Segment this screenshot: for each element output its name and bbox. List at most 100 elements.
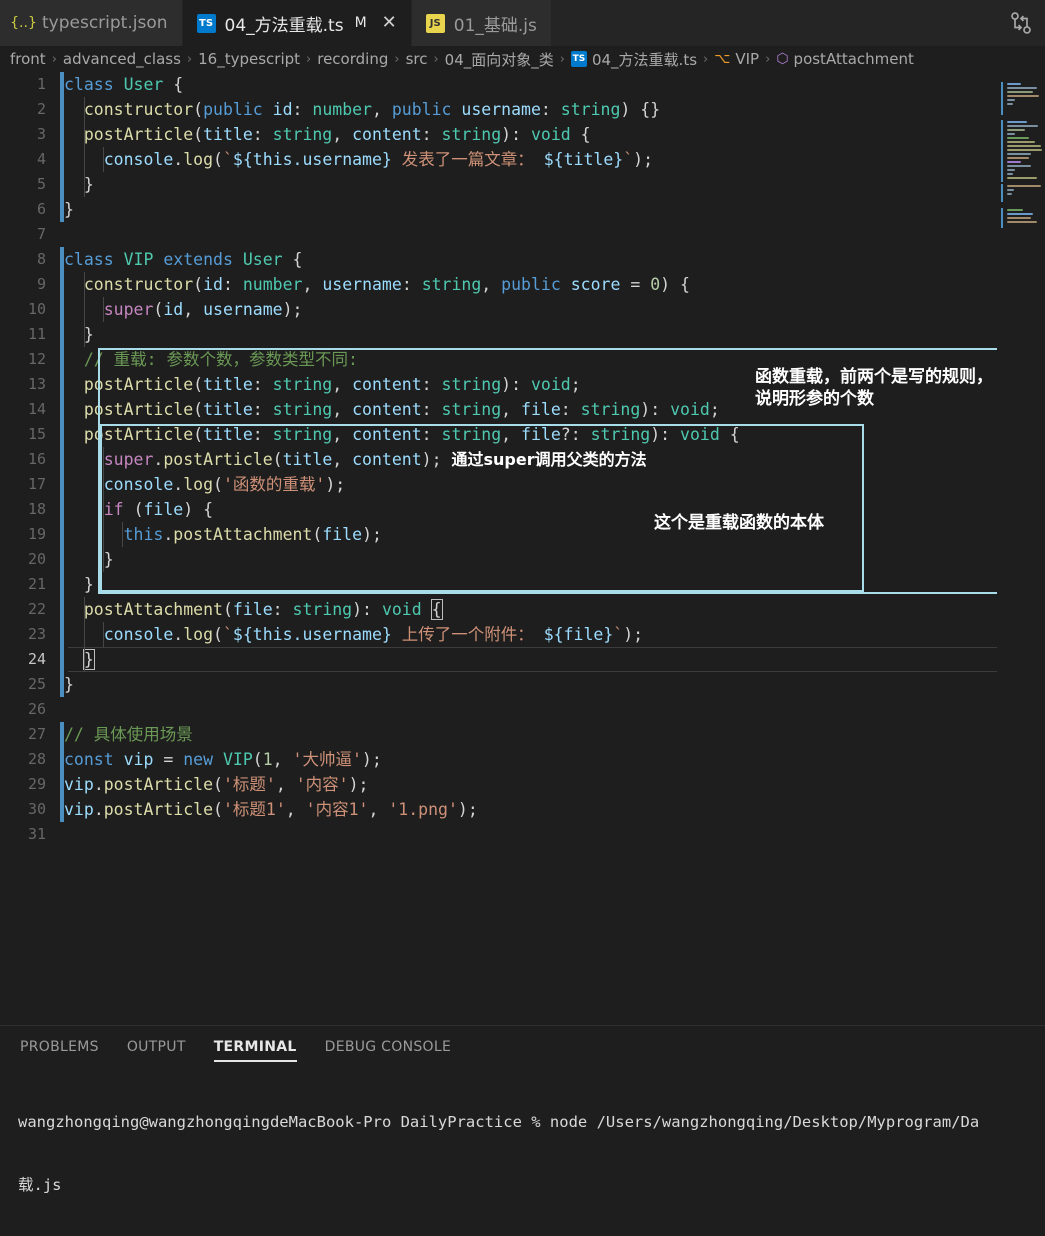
code-line[interactable]: 16 super.postArticle(title, content); 通过…: [0, 447, 1045, 472]
code-line[interactable]: 13 postArticle(title: string, content: s…: [0, 372, 1045, 397]
line-number: 8: [36, 250, 46, 268]
code-line[interactable]: 20 }: [0, 547, 1045, 572]
indent-guide: [84, 622, 85, 647]
breadcrumb-separator: ›: [186, 51, 193, 67]
code-line[interactable]: 26: [0, 697, 1045, 722]
editor-tab-bar: {..} typescript.json TS 04_方法重载.ts M ✕ J…: [0, 0, 1045, 46]
tab-problems[interactable]: PROBLEMS: [20, 1039, 99, 1062]
minimap-git-indicator: [1001, 208, 1003, 228]
tab-output[interactable]: OUTPUT: [127, 1039, 186, 1062]
line-content: class User {: [64, 75, 184, 94]
code-line[interactable]: 7: [0, 222, 1045, 247]
panel-tab-bar: PROBLEMS OUTPUT TERMINAL DEBUG CONSOLE: [0, 1026, 1045, 1062]
tab-typescript-json[interactable]: {..} typescript.json: [0, 0, 183, 46]
line-number: 4: [36, 150, 46, 168]
unsaved-indicator: M: [354, 15, 367, 31]
code-line[interactable]: 23 console.log(`${this.username} 上传了一个附件…: [0, 622, 1045, 647]
code-line[interactable]: 25 }: [0, 672, 1045, 697]
line-content: }: [103, 550, 114, 569]
line-number: 2: [36, 100, 46, 118]
code-line[interactable]: 6 }: [0, 197, 1045, 222]
breadcrumb-item-method-postattachment[interactable]: postAttachment: [794, 50, 914, 68]
code-line[interactable]: 27 // 具体使用场景: [0, 722, 1045, 747]
line-content: const vip = new VIP(1, '大帅逼');: [64, 750, 382, 769]
line-content: constructor(public id: number, public us…: [83, 100, 661, 119]
git-modified-indicator: [60, 197, 64, 222]
indent-guide: [84, 597, 85, 622]
indent-guide: [84, 172, 85, 197]
code-line[interactable]: 2 constructor(public id: number, public …: [0, 97, 1045, 122]
compare-changes-icon[interactable]: [1009, 11, 1033, 35]
code-line[interactable]: 15 postArticle(title: string, content: s…: [0, 422, 1045, 447]
line-number: 22: [27, 600, 46, 618]
code-editor[interactable]: 1 class User { 2 constructor(public id: …: [0, 72, 1045, 1025]
bottom-panel: PROBLEMS OUTPUT TERMINAL DEBUG CONSOLE w…: [0, 1025, 1045, 1236]
breadcrumb-separator: ›: [394, 51, 400, 67]
code-line[interactable]: 8 class VIP extends User {: [0, 247, 1045, 272]
indent-guide: [84, 322, 85, 347]
git-modified-indicator: [60, 447, 64, 472]
breadcrumb-item-front[interactable]: front: [10, 50, 46, 68]
code-line[interactable]: 3 postArticle(title: string, content: st…: [0, 122, 1045, 147]
line-number: 20: [27, 550, 46, 568]
code-line[interactable]: 21 }: [0, 572, 1045, 597]
line-number: 18: [27, 500, 46, 518]
line-content: super(id, username);: [103, 300, 303, 319]
breadcrumb-item-recording[interactable]: recording: [317, 50, 388, 68]
breadcrumb-item-class-vip[interactable]: VIP: [735, 50, 759, 68]
breadcrumb-item-file[interactable]: 04_方法重载.ts: [592, 49, 697, 70]
line-number: 11: [27, 325, 46, 343]
code-line[interactable]: 29 vip.postArticle('标题', '内容');: [0, 772, 1045, 797]
line-number: 23: [27, 625, 46, 643]
breadcrumb-separator: ›: [51, 51, 57, 67]
code-line-active[interactable]: 24 }: [0, 647, 1045, 672]
code-line[interactable]: 28 const vip = new VIP(1, '大帅逼');: [0, 747, 1045, 772]
git-modified-indicator: [60, 547, 64, 572]
code-line[interactable]: 12 // 重载: 参数个数，参数类型不同:: [0, 347, 1045, 372]
line-content: postArticle(title: string, content: stri…: [83, 425, 740, 444]
terminal-output[interactable]: wangzhongqing@wangzhongqingdeMacBook-Pro…: [0, 1062, 1045, 1236]
breadcrumb-item-oop-class[interactable]: 04_面向对象_类: [445, 49, 554, 70]
breadcrumb-item-src[interactable]: src: [406, 50, 428, 68]
code-line[interactable]: 9 constructor(id: number, username: stri…: [0, 272, 1045, 297]
minimap[interactable]: [997, 72, 1045, 1025]
line-number: 3: [36, 125, 46, 143]
code-line[interactable]: 18 if (file) {: [0, 497, 1045, 522]
code-line[interactable]: 4 console.log(`${this.username} 发表了一篇文章：…: [0, 147, 1045, 172]
line-content: console.log('函数的重载');: [103, 475, 346, 494]
line-content: vip.postArticle('标题1', '内容1', '1.png');: [64, 800, 478, 819]
code-line[interactable]: 22 postAttachment(file: string): void {: [0, 597, 1045, 622]
code-line[interactable]: 19 this.postAttachment(file);: [0, 522, 1045, 547]
close-icon[interactable]: ✕: [382, 14, 397, 32]
tab-04-method-overload-ts[interactable]: TS 04_方法重载.ts M ✕: [182, 0, 412, 46]
line-content: postArticle(title: string, content: stri…: [83, 375, 581, 394]
git-modified-indicator: [60, 597, 64, 622]
code-line[interactable]: 11 }: [0, 322, 1045, 347]
tab-debug-console[interactable]: DEBUG CONSOLE: [325, 1039, 452, 1062]
javascript-file-icon: JS: [425, 13, 445, 33]
tab-01-basics-js[interactable]: JS 01_基础.js: [411, 0, 552, 46]
breadcrumb-separator: ›: [433, 51, 439, 67]
code-line[interactable]: 5 }: [0, 172, 1045, 197]
line-number: 14: [27, 400, 46, 418]
line-number: 5: [36, 175, 46, 193]
code-line[interactable]: 10 super(id, username);: [0, 297, 1045, 322]
code-line[interactable]: 17 console.log('函数的重载');: [0, 472, 1045, 497]
breadcrumb-item-advanced-class[interactable]: advanced_class: [63, 50, 181, 68]
breadcrumb-separator: ›: [559, 51, 565, 67]
code-line[interactable]: 14 postArticle(title: string, content: s…: [0, 397, 1045, 422]
text-cursor: }: [82, 649, 95, 670]
line-number: 6: [36, 200, 46, 218]
tab-terminal[interactable]: TERMINAL: [213, 1039, 297, 1062]
breadcrumb-item-16-typescript[interactable]: 16_typescript: [198, 50, 300, 68]
line-number: 24: [27, 650, 46, 668]
code-line[interactable]: 30 vip.postArticle('标题1', '内容1', '1.png'…: [0, 797, 1045, 822]
minimap-git-indicator: [1001, 120, 1003, 182]
git-modified-indicator: [60, 347, 64, 372]
git-modified-indicator: [60, 622, 64, 647]
code-line[interactable]: 1 class User {: [0, 72, 1045, 97]
code-line[interactable]: 31: [0, 822, 1045, 847]
active-line-highlight: [68, 647, 1000, 672]
line-content: if (file) {: [103, 500, 214, 519]
line-number: 26: [27, 700, 46, 718]
